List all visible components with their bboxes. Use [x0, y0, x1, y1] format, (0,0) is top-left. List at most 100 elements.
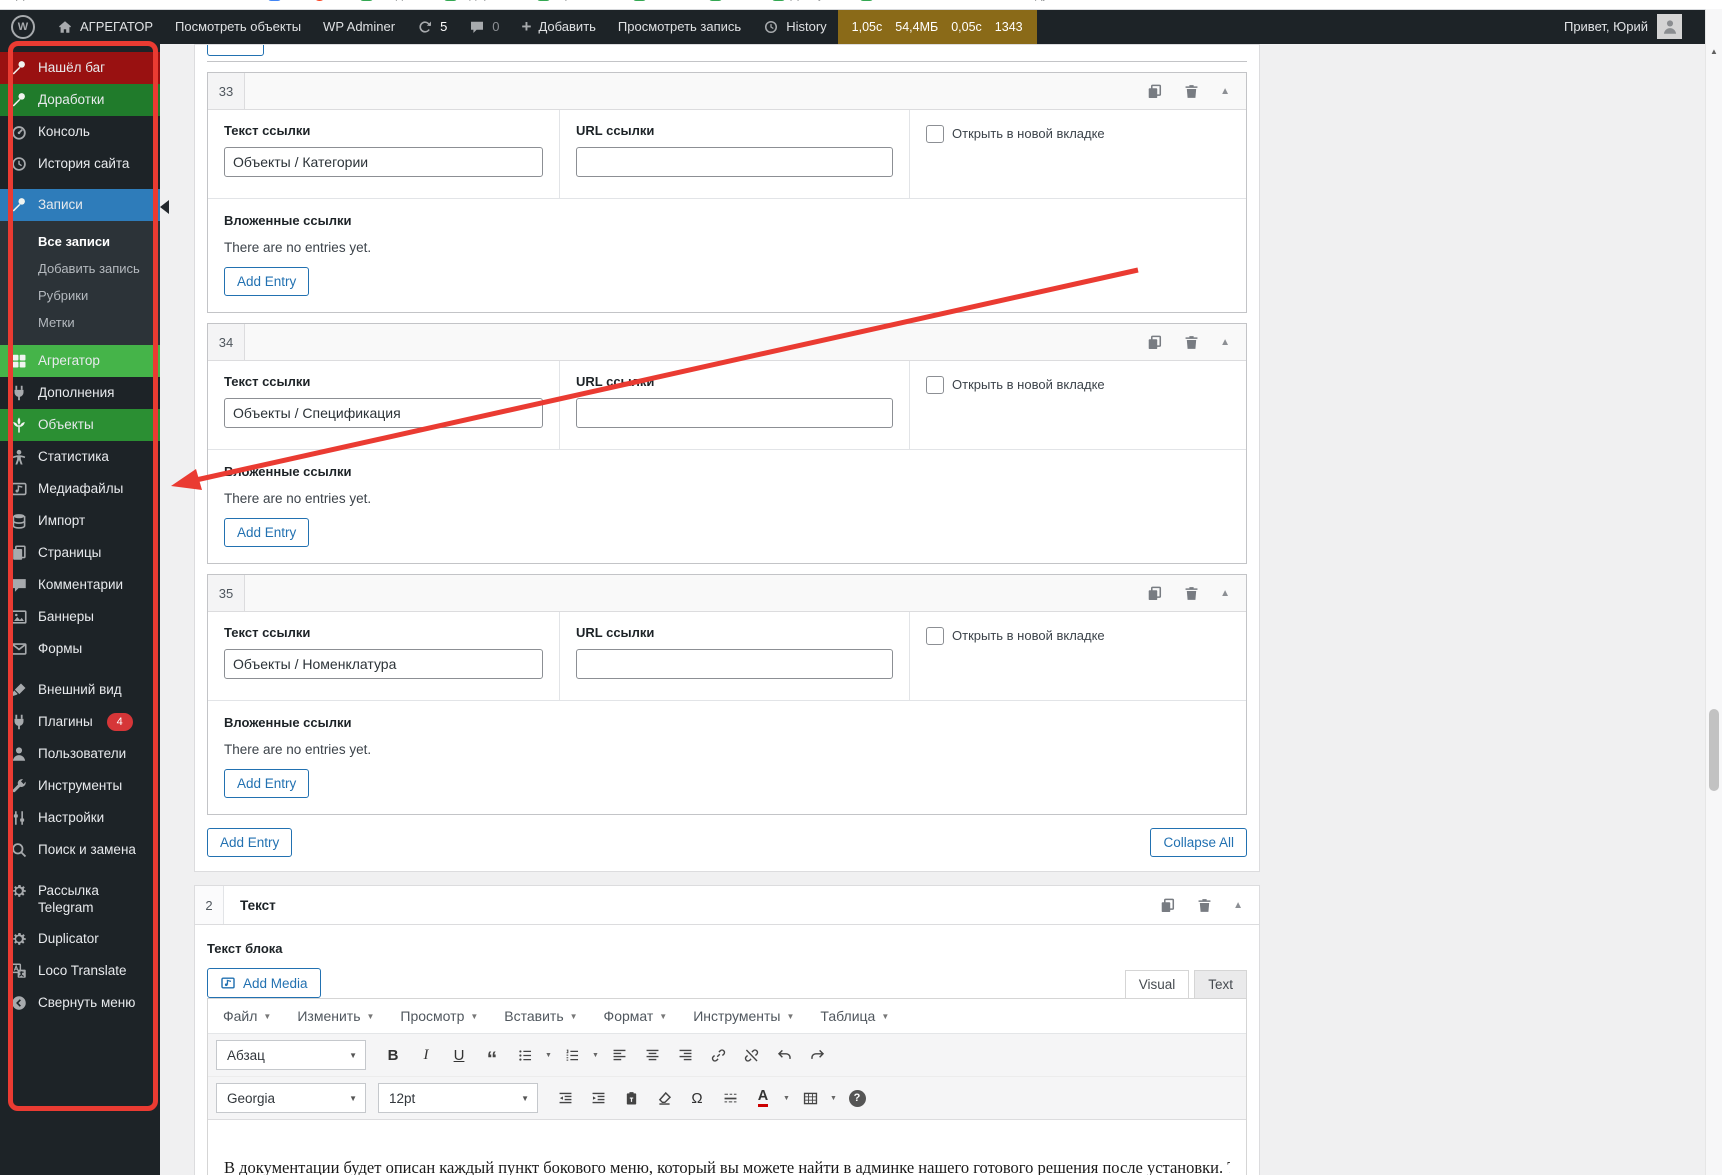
updates-link[interactable]: 5 [406, 9, 458, 44]
open-new-tab-checkbox[interactable] [926, 627, 944, 645]
bookmark-item[interactable]: К [268, 0, 293, 1]
sidebar-item-collapse-menu[interactable]: Свернуть меню [0, 987, 160, 1019]
sidebar-item-loco-translate[interactable]: Loco Translate [0, 955, 160, 987]
text-color-button[interactable]: A [748, 1084, 778, 1112]
sidebar-item-banners[interactable]: Баннеры [0, 601, 160, 633]
link-text-input[interactable] [224, 649, 543, 679]
bookmark-folder[interactable]: Work▾ [942, 0, 980, 1]
add-entry-button[interactable]: Add Entry [224, 769, 309, 798]
link-text-input[interactable] [224, 398, 543, 428]
menu-insert[interactable]: Вставить▼ [504, 1008, 577, 1024]
bookmark-item[interactable]: Память [860, 0, 922, 1]
undo-button[interactable] [769, 1041, 799, 1069]
wp-adminer-link[interactable]: WP Adminer [312, 9, 406, 44]
italic-button[interactable]: I [411, 1041, 441, 1069]
bold-button[interactable]: B [378, 1041, 408, 1069]
menu-tools[interactable]: Инструменты▼ [693, 1008, 794, 1024]
entry-header[interactable]: 34 ▲ [208, 324, 1246, 361]
bookmark-item[interactable]: Привычки [537, 0, 613, 1]
view-post-link[interactable]: Просмотреть запись [607, 9, 752, 44]
menu-format[interactable]: Формат▼ [604, 1008, 668, 1024]
redo-button[interactable] [802, 1041, 832, 1069]
bookmark-item[interactable]: Жизнь [633, 0, 689, 1]
scrollbar-up-arrow[interactable]: ▲ [1706, 47, 1722, 56]
add-new-menu[interactable]: +Добавить [511, 9, 607, 44]
trash-icon[interactable] [1183, 83, 1200, 100]
sidebar-item-plugins[interactable]: Плагины4 [0, 706, 160, 738]
font-family-select[interactable]: Georgia▼ [216, 1083, 366, 1113]
sidebar-item-aggregator[interactable]: Агрегатор [0, 345, 160, 377]
align-center-button[interactable] [637, 1041, 667, 1069]
align-right-button[interactable] [670, 1041, 700, 1069]
collapse-all-button[interactable]: Collapse All [1150, 828, 1247, 857]
tab-text[interactable]: Text [1194, 970, 1247, 998]
scrollbar-thumb[interactable] [1709, 709, 1719, 791]
bookmark-folder[interactable]: Работа▾ [198, 0, 248, 1]
align-left-button[interactable] [604, 1041, 634, 1069]
bookmark-item[interactable]: Я [313, 0, 340, 1]
bullet-list-dropdown[interactable]: ▼ [543, 1041, 554, 1069]
submenu-categories[interactable]: Рубрики [0, 282, 160, 309]
bookmark-folder[interactable]: Анализ▾ [77, 0, 128, 1]
blockquote-button[interactable]: “ [477, 1041, 507, 1069]
entry-header[interactable]: 35 ▲ [208, 575, 1246, 612]
collapse-up-icon[interactable]: ▲ [1220, 588, 1230, 599]
browser-scrollbar[interactable]: ▲ [1705, 9, 1722, 1175]
link-url-input[interactable] [576, 147, 893, 177]
partial-add-entry-button[interactable] [207, 44, 264, 56]
comments-link[interactable]: 0 [458, 9, 510, 44]
menu-file[interactable]: Файл▼ [223, 1008, 271, 1024]
numbered-list-dropdown[interactable]: ▼ [590, 1041, 601, 1069]
add-entry-button[interactable]: Add Entry [207, 828, 292, 857]
sidebar-item-settings[interactable]: Настройки [0, 802, 160, 834]
sidebar-item-media[interactable]: Медиафайлы [0, 473, 160, 505]
trash-icon[interactable] [1196, 897, 1213, 914]
bookmark-folder[interactable]: Даша▾ [16, 0, 57, 1]
sidebar-item-telegram-mailing[interactable]: Рассылка Telegram [0, 875, 160, 923]
menu-view[interactable]: Просмотр▼ [400, 1008, 478, 1024]
sidebar-item-addons[interactable]: Дополнения [0, 377, 160, 409]
underline-button[interactable]: U [444, 1041, 474, 1069]
sidebar-item-site-history[interactable]: История сайта [0, 148, 160, 180]
open-new-tab-checkbox[interactable] [926, 376, 944, 394]
sidebar-item-users[interactable]: Пользователи [0, 738, 160, 770]
paste-as-text-button[interactable] [616, 1084, 646, 1112]
sidebar-item-appearance[interactable]: Внешний вид [0, 674, 160, 706]
sidebar-item-import[interactable]: Импорт [0, 505, 160, 537]
avatar[interactable] [1657, 14, 1682, 39]
table-button[interactable] [795, 1084, 825, 1112]
wp-logo-menu[interactable]: W [0, 9, 46, 44]
menu-table[interactable]: Таблица▼ [820, 1008, 889, 1024]
duplicate-icon[interactable] [1146, 83, 1163, 100]
menu-edit[interactable]: Изменить▼ [297, 1008, 374, 1024]
entry-header[interactable]: 33 ▲ [208, 73, 1246, 110]
font-size-select[interactable]: 12pt▼ [378, 1083, 538, 1113]
clear-formatting-button[interactable] [649, 1084, 679, 1112]
sidebar-item-duplicator[interactable]: Duplicator [0, 923, 160, 955]
bookmark-folder[interactable]: Life▾ [149, 0, 178, 1]
sidebar-item-search-replace[interactable]: Поиск и замена [0, 834, 160, 866]
collapse-up-icon[interactable]: ▲ [1220, 86, 1230, 97]
link-url-input[interactable] [576, 398, 893, 428]
submenu-tags[interactable]: Метки [0, 309, 160, 336]
performance-monitor[interactable]: 1,05с 54,4МБ 0,05с 1343 [838, 9, 1037, 44]
site-name-link[interactable]: АГРЕГАТОР [46, 9, 164, 44]
submenu-add-post[interactable]: Добавить запись [0, 255, 160, 282]
collapse-up-icon[interactable]: ▲ [1220, 337, 1230, 348]
open-new-tab-checkbox[interactable] [926, 125, 944, 143]
table-dropdown[interactable]: ▼ [828, 1084, 839, 1112]
trash-icon[interactable] [1183, 334, 1200, 351]
indent-button[interactable] [583, 1084, 613, 1112]
user-greeting[interactable]: Привет, Юрий [1564, 19, 1648, 34]
sidebar-item-comments[interactable]: Комментарии [0, 569, 160, 601]
add-entry-button[interactable]: Add Entry [224, 267, 309, 296]
text-color-dropdown[interactable]: ▼ [781, 1084, 792, 1112]
unlink-button[interactable] [736, 1041, 766, 1069]
numbered-list-button[interactable] [557, 1041, 587, 1069]
link-text-input[interactable] [224, 147, 543, 177]
sidebar-item-objects[interactable]: Объекты [0, 409, 160, 441]
horizontal-rule-button[interactable] [715, 1084, 745, 1112]
duplicate-icon[interactable] [1159, 897, 1176, 914]
sidebar-item-tools[interactable]: Инструменты [0, 770, 160, 802]
editor-content[interactable]: В документации будет описан каждый пункт… [208, 1120, 1246, 1175]
